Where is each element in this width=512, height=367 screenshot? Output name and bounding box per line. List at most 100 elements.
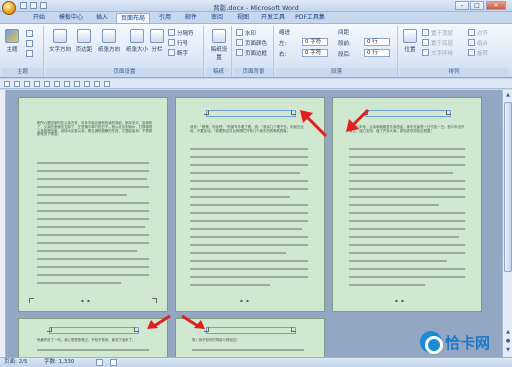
indent-left-label: 左: — [279, 41, 287, 47]
tab-insert[interactable]: 插入 — [91, 13, 113, 23]
table-icon[interactable] — [74, 81, 80, 87]
send-back-button[interactable]: 置于底层 — [422, 39, 453, 47]
page-5-text: 唉！我不知何时再能与他相见！ — [192, 338, 240, 342]
columns-icon — [150, 29, 164, 43]
page-2-header[interactable] — [206, 110, 296, 117]
tab-mailings[interactable]: 邮件 — [180, 13, 202, 23]
scroll-thumb[interactable] — [504, 102, 512, 272]
position-label: 位置 — [404, 47, 416, 53]
indent-left-input[interactable]: 0 字符 — [302, 38, 328, 46]
page-color-icon — [236, 39, 243, 46]
close-button[interactable]: × — [486, 1, 506, 10]
group-draft-paper: 稿纸设置 稿纸 — [206, 26, 232, 77]
text-wrap-button[interactable]: 文字环绕 — [422, 49, 453, 57]
bring-front-label: 置于顶层 — [431, 31, 454, 37]
watermark-icon — [236, 29, 243, 36]
line-numbers-label: 行号 — [177, 41, 189, 47]
hyphenation-button[interactable]: 断字 — [168, 49, 188, 57]
zoom-icon[interactable] — [94, 81, 100, 87]
vertical-scrollbar[interactable]: ▲ ▲ ● ▼ — [502, 90, 512, 357]
columns-button[interactable]: 分栏 — [150, 29, 164, 53]
text-wrap-label: 文字环绕 — [431, 51, 454, 57]
page-5-header[interactable] — [206, 327, 296, 334]
site-watermark: 恰卡网 — [420, 329, 508, 355]
ribbon: 主题 主题 文字方向 页边距 纸张方向 纸张大小 分栏 分隔符 行号 断字 页面… — [0, 23, 512, 78]
macro-icon[interactable] — [110, 359, 117, 366]
group-objects-label: 组合 — [477, 41, 489, 47]
group-objects-button[interactable]: 组合 — [468, 39, 488, 47]
orientation-button[interactable]: 纸张方向 — [96, 29, 122, 53]
ruler-icon[interactable] — [4, 81, 10, 87]
group-label-paragraph: 段落 — [276, 68, 397, 76]
tab-developer[interactable]: 开发工具 — [258, 13, 288, 23]
draft-paper-button[interactable]: 稿纸设置 — [209, 29, 229, 61]
undo-small-icon[interactable] — [14, 81, 20, 87]
watermark-button[interactable]: 水印 — [236, 29, 256, 37]
rotate-button[interactable]: 旋转 — [468, 49, 488, 57]
theme-fonts-icon[interactable] — [26, 40, 33, 47]
send-back-label: 置于底层 — [431, 41, 454, 47]
group-page-background: 水印 页面颜色 页面边框 页面背景 — [234, 26, 274, 77]
customize-icon[interactable] — [104, 81, 110, 87]
draft-paper-icon — [212, 29, 226, 43]
spacing-before-input[interactable]: 0 行 — [364, 38, 390, 46]
spacing-before-label: 段前: — [338, 41, 351, 47]
vertical-ruler — [0, 90, 6, 357]
minimize-button[interactable]: – — [455, 1, 469, 10]
page-1[interactable]: 和所以要回家时在父亲去世，年多不能见面他祝我的背影。那年冬天，祖母死了，父亲的差… — [18, 97, 168, 312]
page-1-text: 和所以要回家时在父亲去世，年多不能见面他祝我的背影。那年冬天，祖母死了，父亲的差… — [37, 121, 153, 137]
spacing-after-input[interactable]: 0 行 — [364, 49, 390, 57]
arrow-annotation-1 — [300, 110, 328, 138]
redo-small-icon[interactable] — [24, 81, 30, 87]
tab-page-layout[interactable]: 页面布局 — [116, 13, 150, 23]
align-button[interactable]: 对齐 — [468, 29, 488, 37]
indent-heading: 缩进 — [279, 30, 291, 36]
text-direction-label: 文字方向 — [48, 47, 71, 53]
size-button[interactable]: 纸张大小 — [124, 29, 150, 53]
tab-templates[interactable]: 模板中心 — [54, 13, 88, 23]
open-icon[interactable] — [44, 81, 50, 87]
tab-pdf-tools[interactable]: PDF工具集 — [292, 13, 328, 23]
tab-home[interactable]: 开始 — [28, 13, 50, 23]
themes-button[interactable]: 主题 — [4, 29, 20, 53]
group-arrange: 位置 置于顶层 置于底层 文字环绕 对齐 组合 旋转 排列 — [400, 26, 508, 77]
position-icon — [403, 29, 417, 43]
status-bar: 页面: 2/5 字数: 1,330 — [0, 357, 512, 367]
margins-label: 页边距 — [75, 47, 93, 53]
drawing-icon[interactable] — [84, 81, 90, 87]
rotate-label: 旋转 — [477, 51, 489, 57]
group-label-themes: 主题 — [2, 68, 43, 76]
print-preview-icon[interactable] — [54, 81, 60, 87]
theme-effects-icon[interactable] — [26, 50, 33, 57]
themes-icon — [5, 29, 19, 43]
document-area[interactable]: 和所以要回家时在父亲去世，年多不能见面他祝我的背影。那年冬天，祖母死了，父亲的差… — [0, 90, 502, 357]
position-button[interactable]: 位置 — [402, 29, 418, 53]
page-border-button[interactable]: 页面边框 — [236, 49, 267, 57]
bring-front-button[interactable]: 置于顶层 — [422, 29, 453, 37]
margins-button[interactable]: 页边距 — [74, 29, 94, 53]
align-label: 对齐 — [477, 31, 489, 37]
page-color-button[interactable]: 页面颜色 — [236, 39, 267, 47]
spelling-icon[interactable] — [64, 81, 70, 87]
text-direction-button[interactable]: 文字方向 — [48, 29, 72, 53]
quick-toolbar — [0, 79, 512, 89]
word-count[interactable]: 字数: 1,330 — [44, 358, 74, 367]
breaks-button[interactable]: 分隔符 — [168, 29, 194, 37]
group-label-arrange: 排列 — [400, 68, 508, 76]
new-doc-icon[interactable] — [34, 81, 40, 87]
scroll-up-icon[interactable]: ▲ — [504, 91, 512, 99]
tab-references[interactable]: 引用 — [154, 13, 176, 23]
page-4-header[interactable] — [49, 327, 139, 334]
watermark-logo-icon — [420, 331, 443, 354]
arrow-annotation-4 — [181, 314, 205, 329]
office-button[interactable] — [2, 1, 16, 15]
maximize-button[interactable]: □ — [470, 1, 484, 10]
line-numbers-button[interactable]: 行号 — [168, 39, 188, 47]
indent-right-input[interactable]: 0 字符 — [302, 49, 328, 57]
page-3-header[interactable] — [365, 110, 451, 117]
tab-view[interactable]: 视图 — [232, 13, 254, 23]
page-indicator[interactable]: 页面: 2/5 — [4, 358, 27, 367]
proofing-icon[interactable] — [96, 359, 103, 366]
tab-review[interactable]: 审阅 — [206, 13, 228, 23]
theme-colors-icon[interactable] — [26, 30, 33, 37]
